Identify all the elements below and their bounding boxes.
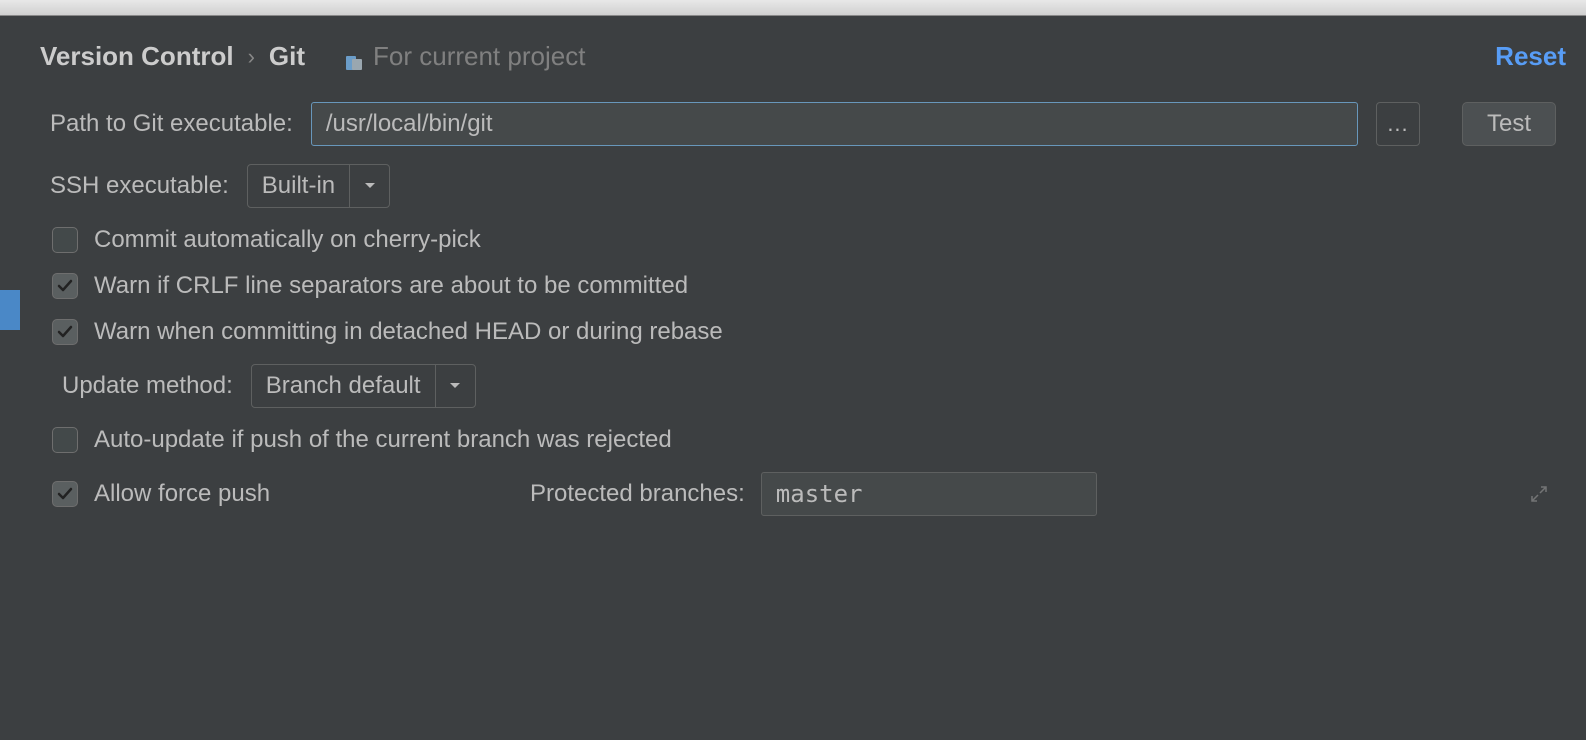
auto-update-label[interactable]: Auto-update if push of the current branc… xyxy=(94,426,672,454)
chevron-down-icon xyxy=(435,365,475,407)
left-gutter xyxy=(0,16,20,740)
git-path-input[interactable] xyxy=(311,102,1358,146)
update-method-label: Update method: xyxy=(62,372,233,400)
update-method-dropdown[interactable]: Branch default xyxy=(251,364,476,408)
crlf-warn-label[interactable]: Warn if CRLF line separators are about t… xyxy=(94,272,688,300)
ellipsis-icon: ... xyxy=(1387,111,1408,137)
breadcrumb-parent[interactable]: Version Control xyxy=(40,41,234,72)
auto-update-row: Auto-update if push of the current branc… xyxy=(50,426,1556,454)
breadcrumb-current: Git xyxy=(269,41,305,72)
browse-button[interactable]: ... xyxy=(1376,102,1420,146)
ssh-executable-value: Built-in xyxy=(248,165,349,207)
window-titlebar: Preferences xyxy=(0,0,1586,16)
breadcrumb: Version Control › Git xyxy=(40,41,305,72)
ssh-executable-dropdown[interactable]: Built-in xyxy=(247,164,390,208)
ssh-executable-label: SSH executable: xyxy=(50,172,229,200)
detached-warn-checkbox[interactable] xyxy=(52,319,78,345)
auto-update-checkbox[interactable] xyxy=(52,427,78,453)
protected-branches-label: Protected branches: xyxy=(530,480,745,508)
chevron-down-icon xyxy=(349,165,389,207)
update-method-row: Update method: Branch default xyxy=(50,364,1556,408)
detached-warn-row: Warn when committing in detached HEAD or… xyxy=(50,318,1556,346)
cherry-pick-row: Commit automatically on cherry-pick xyxy=(50,226,1556,254)
test-button[interactable]: Test xyxy=(1462,102,1556,146)
update-method-value: Branch default xyxy=(252,365,435,407)
detached-warn-label[interactable]: Warn when committing in detached HEAD or… xyxy=(94,318,723,346)
protected-branches-input[interactable] xyxy=(761,472,1097,516)
header-row: Version Control › Git For current projec… xyxy=(20,16,1586,92)
crlf-warn-row: Warn if CRLF line separators are about t… xyxy=(50,272,1556,300)
breadcrumb-separator: › xyxy=(248,44,255,70)
force-push-label[interactable]: Allow force push xyxy=(94,480,514,508)
force-push-row: Allow force push Protected branches: xyxy=(50,472,1556,516)
cherry-pick-label[interactable]: Commit automatically on cherry-pick xyxy=(94,226,481,254)
cherry-pick-checkbox[interactable] xyxy=(52,227,78,253)
crlf-warn-checkbox[interactable] xyxy=(52,273,78,299)
git-path-row: Path to Git executable: ... Test xyxy=(50,102,1556,146)
scope-label: For current project xyxy=(373,41,585,72)
project-scope-icon xyxy=(345,48,363,66)
selection-indicator xyxy=(0,290,20,330)
main-panel: Version Control › Git For current projec… xyxy=(0,16,1586,740)
ssh-executable-row: SSH executable: Built-in xyxy=(50,164,1556,208)
scope-indicator: For current project xyxy=(345,41,585,72)
expand-icon xyxy=(1530,485,1548,503)
git-path-label: Path to Git executable: xyxy=(50,110,293,138)
force-push-checkbox[interactable] xyxy=(52,481,78,507)
reset-button[interactable]: Reset xyxy=(1495,41,1566,72)
